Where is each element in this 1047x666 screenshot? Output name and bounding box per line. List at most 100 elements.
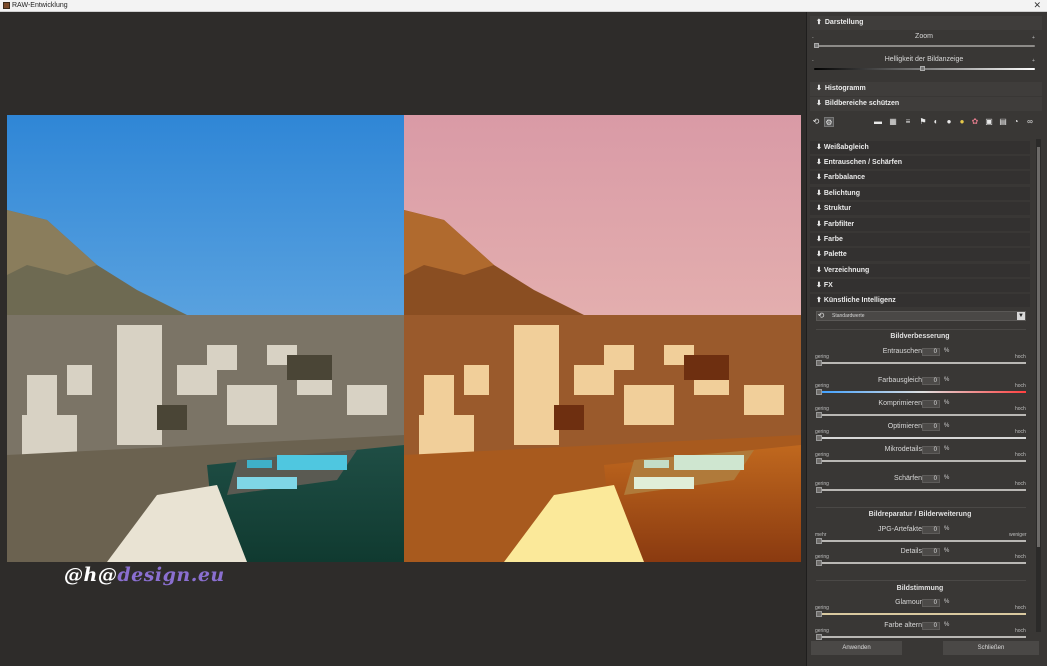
zoom-max: + [1032, 35, 1035, 41]
watermark-text: @h@design.eu [64, 564, 225, 586]
preview-after-image [404, 115, 801, 562]
lines-icon[interactable]: ≡ [903, 117, 913, 127]
stripe-icon[interactable]: ▬ [873, 117, 883, 127]
subsection-farbbalance[interactable]: ⬇ Farbbalance [810, 171, 1030, 184]
subsection-belichtung[interactable]: ⬇ Belichtung [810, 187, 1030, 200]
divider [816, 329, 1026, 330]
contrast-icon[interactable]: ◐ [931, 117, 941, 127]
dropdown-caret-icon: ▼ [1017, 312, 1025, 320]
subsection-palette[interactable]: ⬇ Palette [810, 248, 1030, 261]
subsection-fx[interactable]: ⬇ FX [810, 279, 1030, 292]
watermark-part1: @h@ [64, 564, 118, 586]
percent-label: % [944, 548, 950, 554]
ai-preset-value: Standardwerte [832, 313, 865, 319]
panel-scrollbar[interactable] [1036, 139, 1041, 632]
subsection-label: Farbe [823, 236, 843, 243]
subsection-label: Farbfilter [823, 221, 855, 228]
title-bar: RAW-Entwicklung ✕ [0, 0, 1047, 12]
subsection-entrauschen[interactable]: ⬇ Entrauschen / Schärfen [810, 156, 1030, 169]
helligkeit-max: + [1032, 58, 1035, 64]
undo-icon[interactable]: ⟲ [811, 117, 821, 127]
zoom-slider[interactable] [814, 43, 819, 48]
glasses-icon[interactable]: ∞ [1025, 117, 1035, 127]
filter-toolbar: ⟲ ⚙ ▬ ▦ ≡ ⚑ ◐ ● ● ✿ ▣ ▤ ◔ ∞ [811, 117, 1037, 131]
ai-slider-value-field[interactable]: 0 [922, 377, 940, 385]
ai-slider-track [820, 460, 1026, 462]
section-darstellung[interactable]: ⬆ Darstellung [810, 16, 1042, 30]
color-icon[interactable]: ● [944, 117, 954, 127]
subsection-farbfilter[interactable]: ⬇ Farbfilter [810, 218, 1030, 231]
ai-slider-handle[interactable] [816, 360, 822, 366]
window-title: RAW-Entwicklung [12, 2, 68, 9]
ai-preset-select[interactable]: Standardwerte ▼ [816, 311, 1026, 321]
reset-icon[interactable]: ⟲ [816, 311, 826, 321]
subsection-label: Palette [823, 251, 847, 258]
helligkeit-slider[interactable] [920, 66, 925, 71]
ai-slider-max-label: hoch [1015, 406, 1026, 412]
subsection-label: Farbbalance [823, 174, 866, 181]
ai-slider-handle[interactable] [816, 538, 822, 544]
chevron-up-icon: ⬆ [816, 19, 822, 26]
ai-slider-track [820, 489, 1026, 491]
ai-slider-max-label: hoch [1015, 628, 1026, 634]
ai-slider-handle[interactable] [816, 458, 822, 464]
chat-icon[interactable]: ◔ [1011, 117, 1021, 127]
scrollbar-thumb[interactable] [1037, 147, 1040, 547]
group-bildverbesserung: Bildverbesserung [890, 333, 950, 340]
ai-slider-value-field[interactable]: 0 [922, 400, 940, 408]
close-button[interactable]: Schließen [943, 641, 1039, 655]
ai-slider-value-field[interactable]: 0 [922, 548, 940, 556]
ai-slider-value-field[interactable]: 0 [922, 475, 940, 483]
subsection-verzeichnung[interactable]: ⬇ Verzeichnung [810, 264, 1030, 277]
section-darstellung-label: Darstellung [824, 19, 864, 26]
subsection-weissabgleich[interactable]: ⬇ Weißabgleich [810, 141, 1030, 154]
chevron-down-icon: ⬇ [816, 144, 824, 151]
section-histogramm[interactable]: ⬇ Histogramm [810, 82, 1042, 96]
adjustment-sections: ⬇ Weißabgleich ⬇ Entrauschen / Schärfen … [810, 139, 1034, 632]
ai-slider-handle[interactable] [816, 487, 822, 493]
section-bildbereiche[interactable]: ⬇ Bildbereiche schützen [810, 97, 1042, 111]
flag-icon[interactable]: ⚑ [918, 117, 928, 127]
ai-slider-value-field[interactable]: 0 [922, 526, 940, 534]
chevron-down-icon: ⬇ [816, 205, 824, 212]
ai-slider-max-label: hoch [1015, 429, 1026, 435]
preview-area: @h@design.eu [0, 12, 806, 666]
ai-slider-value-field[interactable]: 0 [922, 622, 940, 630]
app-icon [3, 2, 10, 9]
helligkeit-min: - [812, 58, 814, 64]
ai-slider-handle[interactable] [816, 412, 822, 418]
percent-label: % [944, 599, 950, 605]
subsection-label: Entrauschen / Schärfen [823, 159, 903, 166]
image-icon[interactable]: ▤ [998, 117, 1008, 127]
ai-slider-value-field[interactable]: 0 [922, 446, 940, 454]
ai-slider-value-field[interactable]: 0 [922, 599, 940, 607]
divider [816, 507, 1026, 508]
subsection-farbe[interactable]: ⬇ Farbe [810, 233, 1030, 246]
zoom-min: - [812, 35, 814, 41]
settings-icon[interactable]: ⚙ [824, 117, 834, 127]
ai-slider-max-label: hoch [1015, 554, 1026, 560]
palette-icon[interactable]: ✿ [970, 117, 980, 127]
section-histogramm-label: Histogramm [824, 85, 866, 92]
ai-slider-value-field[interactable]: 0 [922, 348, 940, 356]
ai-slider-value-field[interactable]: 0 [922, 423, 940, 431]
ai-slider-handle[interactable] [816, 560, 822, 566]
apply-button[interactable]: Anwenden [811, 641, 902, 655]
camera-icon[interactable]: ▣ [984, 117, 994, 127]
subsection-ki[interactable]: ⬆ Künstliche Intelligenz [810, 294, 1030, 307]
chevron-down-icon: ⬇ [816, 251, 824, 258]
chevron-down-icon: ⬇ [816, 85, 822, 92]
ai-slider-handle[interactable] [816, 389, 822, 395]
ai-slider-handle[interactable] [816, 611, 822, 617]
ai-slider-handle[interactable] [816, 435, 822, 441]
crop-icon[interactable]: ▦ [888, 117, 898, 127]
ai-slider-handle[interactable] [816, 634, 822, 640]
close-icon[interactable]: ✕ [1033, 0, 1041, 11]
zoom-track [814, 45, 1035, 47]
sun-icon[interactable]: ● [957, 117, 967, 127]
subsection-struktur[interactable]: ⬇ Struktur [810, 202, 1030, 215]
group-bildstimmung: Bildstimmung [896, 585, 944, 592]
chevron-down-icon: ⬇ [816, 236, 824, 243]
subsection-label: FX [823, 282, 833, 289]
percent-label: % [944, 423, 950, 429]
